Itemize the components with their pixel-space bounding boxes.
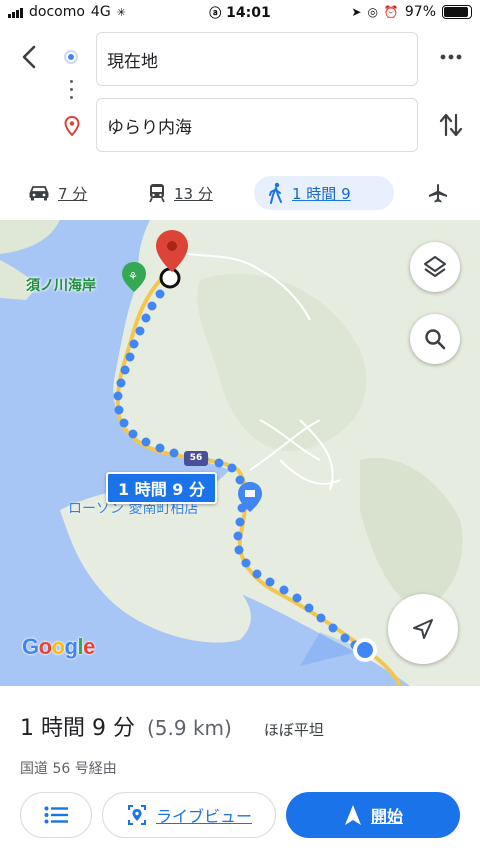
tab-transit[interactable]: 13 分 xyxy=(148,176,213,210)
terrain-shade xyxy=(197,273,367,452)
route-duration-text: 1 時間 9 分 xyxy=(118,480,205,499)
terrain-shade-2 xyxy=(360,458,463,610)
start-label: 開始 xyxy=(370,807,403,826)
chevron-left-icon xyxy=(22,45,36,69)
origin-field-value: 現在地 xyxy=(107,51,158,72)
layers-icon xyxy=(424,256,446,277)
clock-label: 14:01 xyxy=(226,5,271,21)
origin-dot-icon xyxy=(64,50,78,64)
orientation-lock-icon: ◎ xyxy=(367,5,378,19)
route-via: 国道 56 号経由 xyxy=(20,761,117,777)
navigation-arrow-icon xyxy=(413,619,433,639)
walk-icon xyxy=(269,182,282,204)
swap-endpoints-button[interactable] xyxy=(436,108,466,142)
route-number-shield: 56 xyxy=(184,451,208,466)
destination-pin-icon xyxy=(64,115,80,140)
pin-center xyxy=(167,241,177,251)
destination-field-value: ゆらり内海 xyxy=(107,117,192,138)
alarm-lock-icon: ⓐ xyxy=(209,6,222,20)
store-poi-symbol xyxy=(245,490,255,497)
current-location-dot xyxy=(357,642,373,658)
live-view-button[interactable]: ライブビュー xyxy=(102,792,276,838)
route-actions: ライブビュー 開始 xyxy=(20,792,460,838)
live-view-icon xyxy=(127,805,146,825)
route-summary: 1 時間 9 分 (5.9 km) ほぼ平坦 xyxy=(20,710,324,742)
swap-vertical-icon xyxy=(439,113,463,137)
google-logo: Google xyxy=(22,634,95,659)
route-total-time: 1 時間 9 分 xyxy=(20,716,135,741)
directions-header: 現在地 ゆらり内海 7 分 13 分 1 時間 9 xyxy=(0,26,480,220)
car-icon xyxy=(29,186,49,201)
terrain-info: ほぼ平坦 xyxy=(263,721,324,739)
steps-list-button[interactable] xyxy=(20,792,92,838)
more-options-button[interactable] xyxy=(436,42,466,72)
back-button[interactable] xyxy=(12,40,46,74)
map-view[interactable]: ⚘ 須ノ川海岸 ローソン 愛南町柏店 56 1 時間 9 分 Google xyxy=(0,220,480,686)
search-icon xyxy=(425,329,446,350)
live-view-label: ライブビュー xyxy=(155,807,252,826)
drive-duration: 7 分 xyxy=(58,184,88,203)
more-horizontal-icon xyxy=(440,54,462,60)
origin-field[interactable]: 現在地 xyxy=(96,32,418,86)
maps-app: docomo 4G ✳ ⓐ 14:01 ➤ ◎ ⏰ 97% 現在地 ゆらり内海 … xyxy=(0,0,480,854)
recenter-button[interactable] xyxy=(388,594,458,664)
navigation-start-icon xyxy=(344,805,361,825)
list-icon xyxy=(44,806,68,824)
train-icon xyxy=(149,184,165,203)
tab-walk[interactable]: 1 時間 9 xyxy=(254,176,394,210)
location-arrow-icon: ➤ xyxy=(351,5,362,19)
status-bar: docomo 4G ✳ ⓐ 14:01 ➤ ◎ ⏰ 97% xyxy=(0,0,480,26)
layers-button[interactable] xyxy=(410,242,460,292)
start-navigation-button[interactable]: 開始 xyxy=(286,792,460,838)
battery-percent: 97% xyxy=(404,4,436,20)
route-connector-dots xyxy=(70,80,73,104)
travel-mode-tabs: 7 分 13 分 1 時間 9 xyxy=(0,172,480,214)
beach-poi-symbol: ⚘ xyxy=(128,270,138,283)
destination-ring xyxy=(159,267,181,289)
alarm-icon: ⏰ xyxy=(383,5,399,19)
airplane-icon xyxy=(429,184,447,203)
route-distance: (5.9 km) xyxy=(146,716,232,740)
destination-field[interactable]: ゆらり内海 xyxy=(96,98,418,152)
route-duration-callout[interactable]: 1 時間 9 分 xyxy=(106,472,217,504)
beach-poi-label[interactable]: 須ノ川海岸 xyxy=(26,275,96,295)
tab-flights[interactable] xyxy=(428,176,448,210)
route-summary-sheet: 1 時間 9 分 (5.9 km) ほぼ平坦 国道 56 号経由 ライブビュー … xyxy=(0,686,480,854)
tab-drive[interactable]: 7 分 xyxy=(28,176,87,210)
walk-duration: 1 時間 9 xyxy=(292,184,351,203)
search-along-route-button[interactable] xyxy=(410,314,460,364)
battery-icon xyxy=(442,5,472,19)
transit-duration: 13 分 xyxy=(174,184,213,203)
